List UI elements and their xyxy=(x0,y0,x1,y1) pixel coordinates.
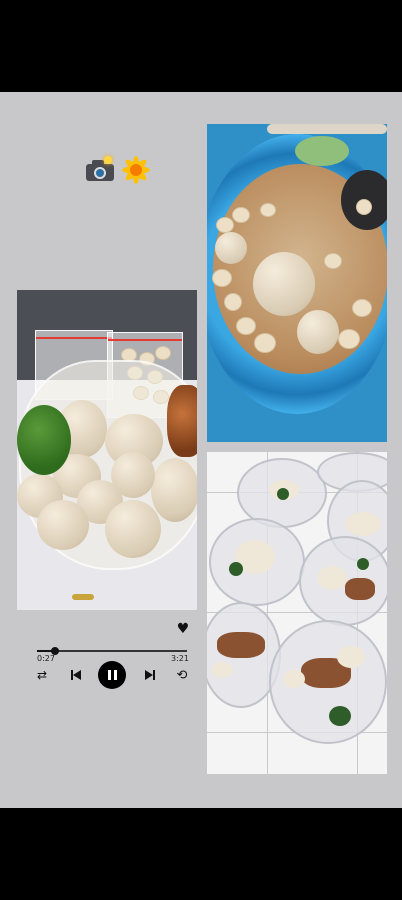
photo-dumpling-bowl xyxy=(17,290,197,610)
lime xyxy=(17,405,71,475)
next-track-icon[interactable] xyxy=(142,665,158,685)
favorite-heart-icon[interactable]: ♥ xyxy=(176,622,190,636)
pause-button[interactable] xyxy=(98,661,126,689)
elapsed-time: 0:27 xyxy=(37,654,55,663)
photo-packaged-cups xyxy=(207,452,387,774)
packaged-cup xyxy=(299,536,387,626)
photo-dumpling-soup xyxy=(207,124,387,442)
camera-flash-icon xyxy=(84,156,114,182)
photo-caption-sticker xyxy=(72,594,94,600)
repeat-icon[interactable]: ⟲ xyxy=(174,665,190,685)
shuffle-icon[interactable]: ⇄ xyxy=(34,665,50,685)
packaged-cup xyxy=(209,518,305,606)
progress-track[interactable] xyxy=(37,647,187,655)
sticker-row xyxy=(84,156,150,184)
previous-track-icon[interactable] xyxy=(68,665,84,685)
total-duration: 3:21 xyxy=(171,654,189,663)
sunflower-icon xyxy=(120,156,150,184)
palm-sugar xyxy=(167,385,197,457)
packaged-cup xyxy=(269,620,387,744)
pause-icon xyxy=(107,670,117,680)
